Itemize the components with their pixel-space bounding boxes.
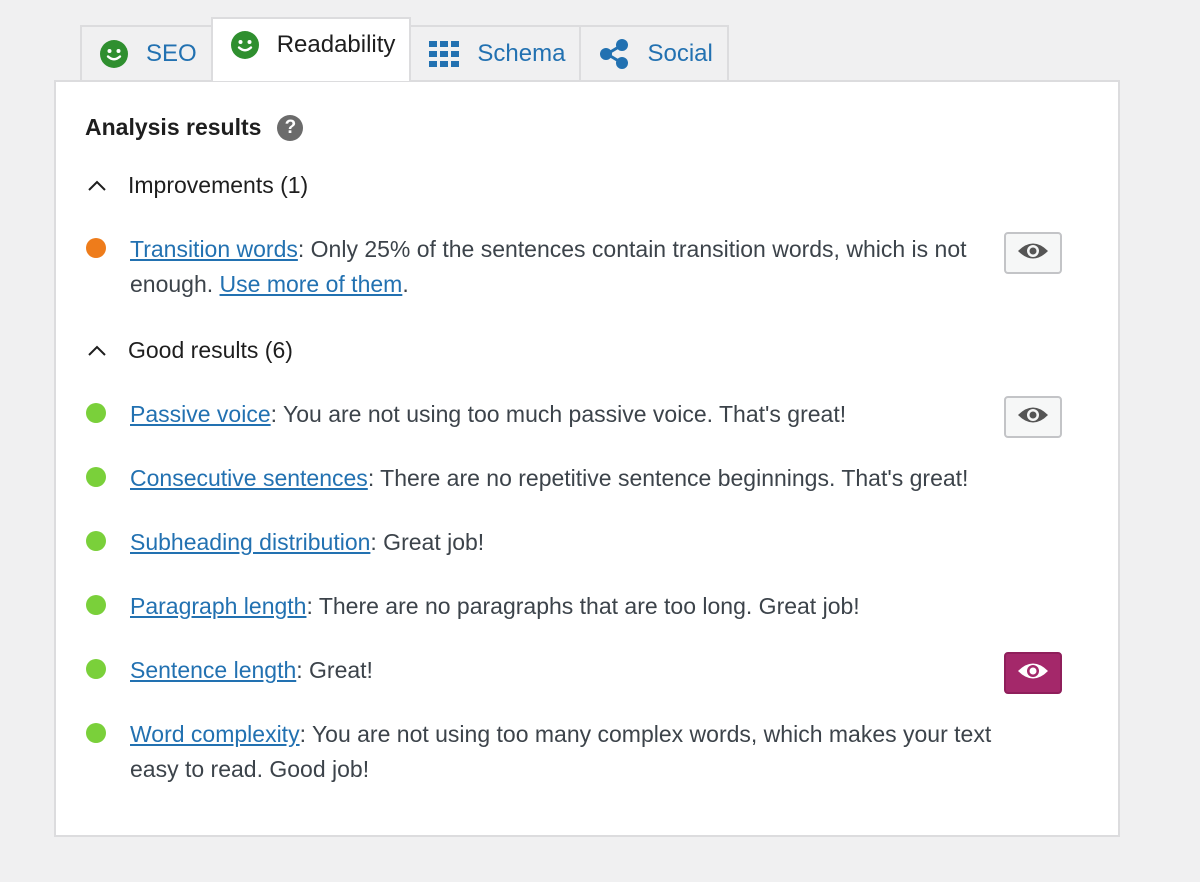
analysis-panel: Analysis results ? Improvements (1) Tran… [54,80,1120,837]
status-green-icon [86,531,106,551]
result-text: Transition words: Only 25% of the senten… [130,232,1040,302]
result-subheading-distribution: Subheading distribution: Great job! [86,525,1096,560]
result-consecutive-sentences: Consecutive sentences: There are no repe… [86,461,1096,496]
result-passive-voice: Passive voice: You are not using too muc… [86,397,1096,432]
result-link[interactable]: Word complexity [130,721,300,747]
tab-label: Readability [276,31,396,58]
result-text: Sentence length: Great! [130,653,1040,688]
result-description: : There are no paragraphs that are too l… [306,593,860,619]
status-green-icon [86,595,106,615]
improvements-header: Improvements (1) [128,172,309,198]
highlight-transition-words-button[interactable] [1004,232,1062,274]
result-text: Consecutive sentences: There are no repe… [130,461,1040,496]
result-link[interactable]: Sentence length [130,657,296,683]
chevron-up-icon [86,340,108,362]
result-transition-words: Transition words: Only 25% of the senten… [86,232,1096,302]
good-results-toggle[interactable]: Good results (6) [86,337,293,364]
status-green-icon [86,723,106,743]
eye-icon [1016,660,1050,687]
result-link[interactable]: Passive voice [130,401,271,427]
result-link[interactable]: Paragraph length [130,593,306,619]
result-description: : Great! [296,657,373,683]
tab-label: SEO [146,40,197,67]
share-icon [599,39,629,69]
status-green-icon [86,659,106,679]
chevron-up-icon [86,175,108,197]
status-green-icon [86,403,106,423]
result-link[interactable]: Subheading distribution [130,529,370,555]
tab-social[interactable]: Social [579,25,729,81]
status-orange-icon [86,238,106,258]
tab-bar: SEO Readability Schema Social [80,17,729,81]
result-word-complexity: Word complexity: You are not using too m… [86,717,1096,787]
grid-icon [429,41,460,67]
result-description: : You are not using too much passive voi… [270,401,847,427]
status-green-icon [86,467,106,487]
analysis-title: Analysis results ? [85,114,304,141]
result-link[interactable]: Transition words [130,236,298,262]
tab-label: Schema [477,40,566,67]
highlight-sentence-length-button[interactable] [1004,652,1062,694]
analysis-title-text: Analysis results [85,114,262,140]
result-text: Word complexity: You are not using too m… [130,717,1040,787]
result-link[interactable]: Consecutive sentences [130,465,368,491]
result-description: : Great job! [370,529,485,555]
tab-readability[interactable]: Readability [210,17,412,81]
improvements-toggle[interactable]: Improvements (1) [86,172,308,199]
eye-icon [1016,404,1050,431]
result-text: Passive voice: You are not using too muc… [130,397,1040,432]
eye-icon [1016,240,1050,267]
good-results-header: Good results (6) [128,337,293,363]
help-icon[interactable]: ? [277,114,304,141]
highlight-passive-voice-button[interactable] [1004,396,1062,438]
result-paragraph-length: Paragraph length: There are no paragraph… [86,589,1096,624]
tab-schema[interactable]: Schema [409,25,582,81]
result-text: Subheading distribution: Great job! [130,525,1040,560]
result-text: Paragraph length: There are no paragraph… [130,589,1040,624]
tab-seo[interactable]: SEO [80,25,213,81]
result-description: : There are no repetitive sentence begin… [367,465,969,491]
smiley-icon [100,40,128,68]
result-tail: . [402,271,409,297]
tab-label: Social [647,40,713,67]
result-sentence-length: Sentence length: Great! [86,653,1096,688]
use-more-link[interactable]: Use more of them [220,271,403,297]
smiley-icon [230,31,259,59]
